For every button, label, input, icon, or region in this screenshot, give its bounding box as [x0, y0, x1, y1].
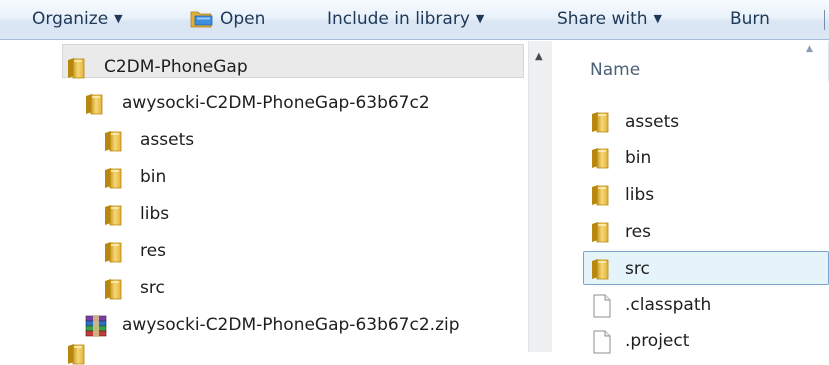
file-item-label: res — [625, 222, 651, 242]
nav-item-label: libs — [140, 204, 170, 224]
file-item-label: libs — [625, 185, 655, 205]
file-item-label: bin — [625, 148, 652, 168]
nav-item-awysocki-folder[interactable]: awysocki-C2DM-PhoneGap-63b67c2 — [84, 86, 524, 120]
folder-icon — [103, 130, 123, 152]
folder-icon — [66, 343, 86, 365]
document-icon — [593, 294, 611, 318]
folder-icon — [66, 57, 86, 79]
folder-icon — [590, 184, 610, 206]
nav-item-label: assets — [140, 130, 195, 150]
open-button[interactable]: Open — [220, 0, 265, 40]
file-item-src[interactable]: src — [590, 252, 826, 286]
nav-item-zip-archive[interactable]: awysocki-C2DM-PhoneGap-63b67c2.zip — [84, 308, 524, 342]
include-in-library-label: Include in library — [327, 9, 470, 29]
file-item-label: src — [625, 259, 650, 279]
file-item-classpath[interactable]: .classpath — [593, 288, 826, 322]
nav-item-label: res — [140, 241, 166, 261]
document-icon — [593, 330, 611, 354]
nav-item-src[interactable]: src — [103, 271, 523, 305]
vertical-scrollbar[interactable]: ▲ — [528, 41, 552, 352]
folder-icon — [103, 241, 123, 263]
nav-item-label: src — [140, 278, 165, 298]
folder-icon — [103, 204, 123, 226]
file-item-label: .project — [625, 331, 690, 351]
file-item-project[interactable]: .project — [593, 324, 826, 358]
chevron-down-icon: ▼ — [653, 12, 662, 25]
nav-item-res[interactable]: res — [103, 234, 523, 268]
file-item-libs[interactable]: libs — [590, 178, 826, 212]
scroll-up-arrow-icon[interactable]: ▲ — [535, 51, 543, 62]
share-with-label: Share with — [557, 9, 648, 29]
file-item-label: assets — [625, 112, 680, 132]
include-in-library-button[interactable]: Include in library ▼ — [327, 0, 484, 40]
sort-ascending-icon: ▲ — [806, 44, 813, 54]
nav-item-assets[interactable]: assets — [103, 123, 523, 157]
toolbar-separator — [824, 10, 825, 30]
organize-label: Organize — [32, 9, 109, 29]
chevron-down-icon: ▼ — [114, 12, 123, 25]
folder-icon — [590, 147, 610, 169]
nav-item-bin[interactable]: bin — [103, 160, 523, 194]
file-item-bin[interactable]: bin — [590, 141, 826, 175]
folder-icon — [590, 221, 610, 243]
command-bar: Organize ▼ Open Include in library ▼ Share… — [0, 0, 829, 40]
nav-item-label: awysocki-C2DM-PhoneGap-63b67c2 — [122, 93, 430, 113]
burn-button[interactable]: Burn — [730, 0, 770, 40]
winrar-archive-icon — [85, 315, 107, 337]
file-item-assets[interactable]: assets — [590, 105, 826, 139]
open-folder-icon — [190, 11, 213, 28]
file-item-res[interactable]: res — [590, 215, 826, 249]
name-column-header[interactable]: Name — [590, 48, 825, 92]
nav-item-label: awysocki-C2DM-PhoneGap-63b67c2.zip — [122, 315, 460, 335]
organize-button[interactable]: Organize ▼ — [32, 0, 123, 40]
folder-icon — [590, 258, 610, 280]
share-with-button[interactable]: Share with ▼ — [557, 0, 662, 40]
nav-item-libs[interactable]: libs — [103, 197, 523, 231]
file-item-label: .classpath — [625, 295, 712, 315]
folder-icon — [103, 278, 123, 300]
nav-item-label: bin — [140, 167, 167, 187]
chevron-down-icon: ▼ — [475, 12, 485, 25]
folder-icon — [590, 111, 610, 133]
nav-item-c2dm-phonegap[interactable]: C2DM-PhoneGap — [66, 50, 526, 84]
folder-icon — [84, 93, 104, 115]
nav-item-label: C2DM-PhoneGap — [104, 57, 248, 77]
folder-icon — [103, 167, 123, 189]
